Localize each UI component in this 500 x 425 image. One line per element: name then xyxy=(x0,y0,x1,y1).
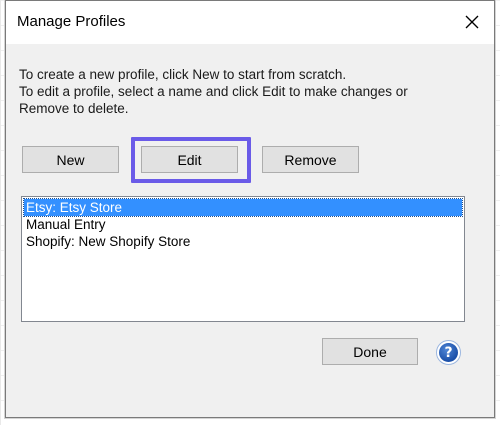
help-button[interactable]: ? xyxy=(436,340,461,365)
dialog-title: Manage Profiles xyxy=(17,13,126,30)
instructions-line: Remove to delete. xyxy=(19,101,129,116)
close-button[interactable] xyxy=(457,8,487,36)
close-icon xyxy=(465,15,479,29)
list-item[interactable]: Etsy: Etsy Store xyxy=(23,198,463,217)
instructions-text: To create a new profile, click New to st… xyxy=(19,66,459,117)
help-icon: ? xyxy=(439,343,458,362)
edit-button[interactable]: Edit xyxy=(141,146,238,173)
instructions-line: To edit a profile, select a name and cli… xyxy=(19,84,408,99)
list-item[interactable]: Manual Entry xyxy=(22,216,464,233)
done-button[interactable]: Done xyxy=(322,338,418,365)
remove-button[interactable]: Remove xyxy=(262,146,359,173)
new-button[interactable]: New xyxy=(22,146,119,173)
list-item[interactable]: Shopify: New Shopify Store xyxy=(22,233,464,250)
manage-profiles-dialog: Manage Profiles To create a new profile,… xyxy=(5,0,495,418)
dialog-titlebar: Manage Profiles xyxy=(6,1,494,44)
screen: Manage Profiles To create a new profile,… xyxy=(0,0,500,425)
instructions-line: To create a new profile, click New to st… xyxy=(19,67,347,82)
profiles-listbox[interactable]: Etsy: Etsy Store Manual Entry Shopify: N… xyxy=(21,196,465,322)
